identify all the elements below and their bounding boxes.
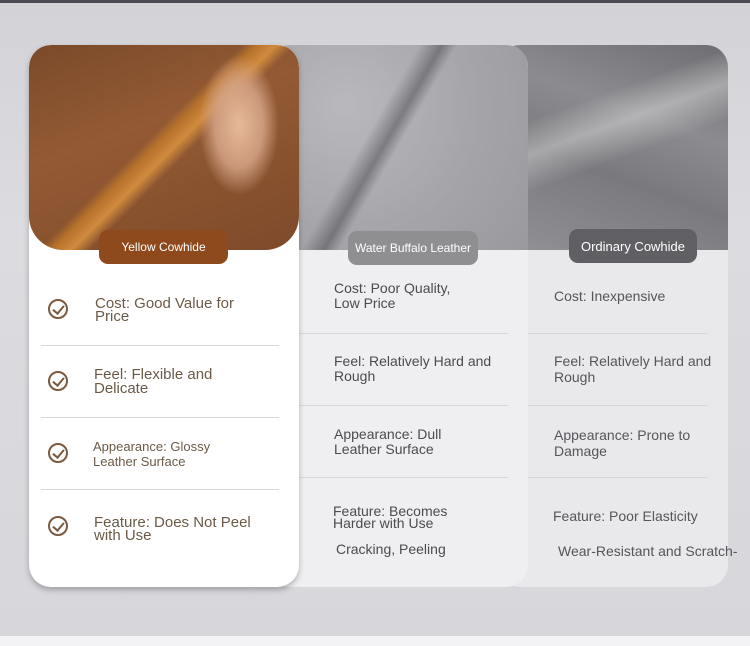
check-circle-icon [48, 443, 68, 463]
yellow-cowhide-label: Yellow Cowhide [99, 230, 228, 264]
divider [528, 405, 708, 406]
check-circle-icon [48, 516, 68, 536]
divider [298, 477, 508, 478]
yellow-cowhide-image [29, 45, 299, 250]
ordinary-cowhide-label: Ordinary Cowhide [569, 229, 697, 263]
yellow-cowhide-appearance: Appearance: Glossy Leather Surface [93, 439, 211, 469]
water-buffalo-image [268, 45, 528, 250]
ordinary-cowhide-appearance: Appearance: Prone to Damage [554, 427, 691, 459]
top-edge [0, 0, 750, 3]
divider [41, 489, 279, 490]
ordinary-cowhide-feature: Feature: Poor Elasticity [553, 508, 698, 524]
bottom-strip [0, 636, 750, 646]
yellow-cowhide-cost: Cost: Good Value for Price [95, 295, 234, 325]
water-buffalo-label: Water Buffalo Leather [348, 231, 478, 265]
divider [298, 405, 508, 406]
ordinary-cowhide-cost: Cost: Inexpensive [554, 288, 666, 304]
check-circle-icon [48, 299, 68, 319]
yellow-cowhide-feature: Feature: Does Not Peel with Use [94, 514, 251, 544]
water-buffalo-appearance: Appearance: Dull Leather Surface [334, 426, 442, 457]
water-buffalo-cost: Cost: Poor Quality, Low Price [334, 280, 451, 311]
yellow-cowhide-feel: Feel: Flexible and Delicate [94, 366, 213, 397]
ordinary-cowhide-feature-extra: Wear-Resistant and Scratch- [558, 543, 738, 559]
ordinary-cowhide-card [498, 45, 728, 587]
divider [298, 333, 508, 334]
divider [41, 417, 279, 418]
water-buffalo-feel: Feel: Relatively Hard and Rough [334, 353, 492, 384]
divider [41, 345, 279, 346]
ordinary-cowhide-image [498, 45, 728, 250]
divider [528, 333, 708, 334]
check-circle-icon [48, 371, 68, 391]
divider [528, 477, 708, 478]
water-buffalo-feature: Feature: Becomes Harder with Use [333, 503, 448, 531]
ordinary-cowhide-feel: Feel: Relatively Hard and Rough [554, 353, 712, 385]
water-buffalo-feature-extra: Cracking, Peeling [336, 541, 446, 557]
